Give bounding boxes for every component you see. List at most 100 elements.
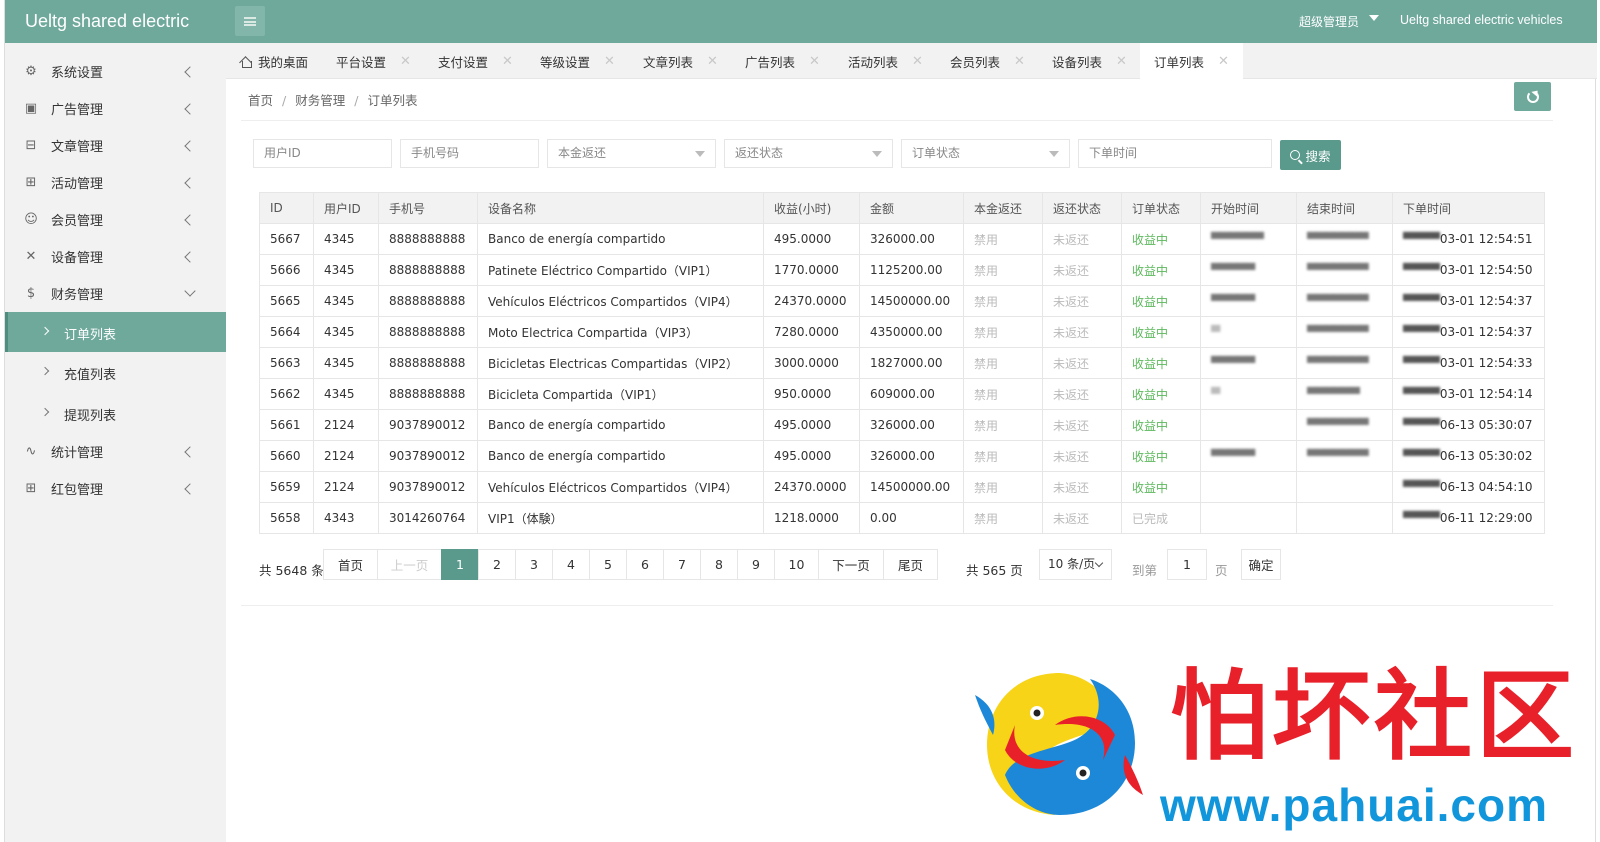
tab-device-list[interactable]: 设备列表 ✕ xyxy=(1052,43,1127,79)
cell-phone: 8888888888 xyxy=(378,316,478,348)
close-icon[interactable]: ✕ xyxy=(1218,54,1229,69)
page-prev-button[interactable]: 上一页 xyxy=(377,549,442,580)
sidebar-item-ads[interactable]: ▣ 广告管理 xyxy=(5,90,226,127)
close-icon[interactable]: ✕ xyxy=(912,54,923,69)
page-unit-label: 页 xyxy=(1215,563,1228,578)
table-row: 5658 4343 3014260764 VIP1（体験） 1218.0000 … xyxy=(259,502,1545,534)
sidebar-subitem-label: 订单列表 xyxy=(64,328,117,343)
order-status-select[interactable]: 订单状态 xyxy=(901,139,1070,168)
tab-payment-settings[interactable]: 支付设置 ✕ xyxy=(438,43,513,79)
tab-order-list[interactable]: 订单列表 ✕ xyxy=(1140,43,1243,79)
goto-page-input[interactable]: 1 xyxy=(1167,549,1207,580)
app-name-link[interactable]: Ueltg shared electric vehicles xyxy=(1400,13,1563,27)
tab-platform-settings[interactable]: 平台设置 ✕ xyxy=(336,43,411,79)
cell-principal: 禁用 xyxy=(963,285,1043,317)
menu-toggle-button[interactable] xyxy=(235,6,265,36)
order-time-text: 03-01 12:54:37 xyxy=(1439,325,1533,339)
tab-level-settings[interactable]: 等级设置 ✕ xyxy=(540,43,615,79)
refresh-icon xyxy=(1526,90,1539,103)
cell-amount: 609000.00 xyxy=(859,378,964,410)
cell-return-status: 未返还 xyxy=(1042,440,1122,472)
tab-ad-list[interactable]: 广告列表 ✕ xyxy=(745,43,820,79)
page-size-label: 10 条/页 xyxy=(1048,557,1096,571)
return-status-select[interactable]: 返还状态 xyxy=(724,139,893,168)
column-header: 设备名称 xyxy=(477,192,764,224)
cell-user-id: 4345 xyxy=(313,378,379,410)
cell-amount: 0.00 xyxy=(859,502,964,534)
sidebar-item-red-packets[interactable]: ⊞ 红包管理 xyxy=(5,470,226,507)
order-time-input[interactable]: 下单时间 xyxy=(1078,139,1272,168)
cell-id: 5665 xyxy=(259,285,314,317)
close-icon[interactable]: ✕ xyxy=(707,54,718,69)
masked-date: ▀▀▀▀ xyxy=(1403,480,1440,494)
tab-label: 等级设置 xyxy=(540,54,591,70)
page-button-5[interactable]: 5 xyxy=(589,549,627,580)
close-icon[interactable]: ✕ xyxy=(1116,54,1127,69)
page-button-2[interactable]: 2 xyxy=(478,549,516,580)
page-button-1[interactable]: 1 xyxy=(441,549,479,580)
sidebar-subitem-withdraw[interactable]: 提现列表 xyxy=(5,393,226,433)
page-button-6[interactable]: 6 xyxy=(626,549,664,580)
cell-principal: 禁用 xyxy=(963,502,1043,534)
close-icon[interactable]: ✕ xyxy=(809,54,820,69)
refresh-button[interactable] xyxy=(1514,82,1551,111)
cell-start-time xyxy=(1200,502,1297,534)
sidebar-subitem-recharge[interactable]: 充值列表 xyxy=(5,352,226,392)
sidebar-item-members[interactable]: ☺ 会员管理 xyxy=(5,201,226,238)
page-button-10[interactable]: 10 xyxy=(774,549,819,580)
column-header: 金额 xyxy=(859,192,964,224)
page-button-8[interactable]: 8 xyxy=(700,549,738,580)
sidebar-item-system-settings[interactable]: ⚙ 系统设置 xyxy=(5,53,226,90)
tab-article-list[interactable]: 文章列表 ✕ xyxy=(643,43,718,79)
page-button-7[interactable]: 7 xyxy=(663,549,701,580)
phone-input[interactable]: 手机号码 xyxy=(400,139,539,168)
cell-device: Patinete Eléctrico Compartido（VIP1） xyxy=(477,254,764,286)
user-id-input[interactable]: 用户ID xyxy=(253,139,392,168)
cell-amount: 1125200.00 xyxy=(859,254,964,286)
sidebar-item-articles[interactable]: ⊟ 文章管理 xyxy=(5,127,226,164)
sidebar-item-devices[interactable]: ✕ 设备管理 xyxy=(5,238,226,275)
page-last-button[interactable]: 尾页 xyxy=(883,549,938,580)
cell-end-time: ▀▀▀▀▀▀▀ xyxy=(1296,440,1393,472)
masked-date: ▀▀▀▀ xyxy=(1403,263,1440,277)
breadcrumb-finance[interactable]: 财务管理 xyxy=(295,93,345,108)
watermark-text: 怕坏社区 xyxy=(1170,660,1579,774)
tab-activity-list[interactable]: 活动列表 ✕ xyxy=(848,43,923,79)
tab-member-list[interactable]: 会员列表 ✕ xyxy=(950,43,1025,79)
cell-principal: 禁用 xyxy=(963,223,1043,255)
admin-menu[interactable]: 超级管理员 xyxy=(1299,13,1359,30)
sidebar-subitem-orders[interactable]: 订单列表 xyxy=(5,312,226,352)
cell-start-time: ▀ xyxy=(1200,378,1297,410)
cell-order-time: ▀▀▀▀03-01 12:54:50 xyxy=(1392,254,1545,286)
caret-down-icon[interactable] xyxy=(1369,15,1379,21)
page-size-select[interactable]: 10 条/页 xyxy=(1039,549,1112,580)
page-first-button[interactable]: 首页 xyxy=(323,549,378,580)
cell-order-status: 已完成 xyxy=(1121,502,1201,534)
goto-confirm-button[interactable]: 确定 xyxy=(1241,549,1281,580)
search-button[interactable]: 搜索 xyxy=(1280,140,1341,170)
sidebar-item-activities[interactable]: ⊞ 活动管理 xyxy=(5,164,226,201)
tab-bar: 我的桌面 平台设置 ✕ 支付设置 ✕ 等级设置 ✕ 文章列表 ✕ 广告列表 ✕ 活动列表 ✕… xyxy=(226,43,1597,79)
cell-phone: 3014260764 xyxy=(378,502,478,534)
sidebar-item-finance[interactable]: $ 财务管理 xyxy=(5,275,226,312)
cell-phone: 9037890012 xyxy=(378,440,478,472)
principal-return-select[interactable]: 本金返还 xyxy=(547,139,716,168)
cell-device: Bicicletas Electricas Compartidas（VIP2） xyxy=(477,347,764,379)
cell-user-id: 2124 xyxy=(313,471,379,503)
page-button-9[interactable]: 9 xyxy=(737,549,775,580)
page-button-4[interactable]: 4 xyxy=(552,549,590,580)
close-icon[interactable]: ✕ xyxy=(1014,54,1025,69)
tab-desktop[interactable]: 我的桌面 xyxy=(240,43,308,79)
close-icon[interactable]: ✕ xyxy=(604,54,615,69)
close-icon[interactable]: ✕ xyxy=(502,54,513,69)
cell-order-status: 收益中 xyxy=(1121,254,1201,286)
page-button-3[interactable]: 3 xyxy=(515,549,553,580)
cell-end-time: ▀▀▀▀▀▀▀ xyxy=(1296,409,1393,441)
cell-start-time xyxy=(1200,409,1297,441)
page-next-button[interactable]: 下一页 xyxy=(818,549,884,580)
sidebar-item-statistics[interactable]: ∿ 统计管理 xyxy=(5,433,226,470)
close-icon[interactable]: ✕ xyxy=(400,54,411,69)
breadcrumb-home[interactable]: 首页 xyxy=(248,93,273,108)
cell-income: 495.0000 xyxy=(763,409,860,441)
column-header: 收益(小时) xyxy=(763,192,860,224)
